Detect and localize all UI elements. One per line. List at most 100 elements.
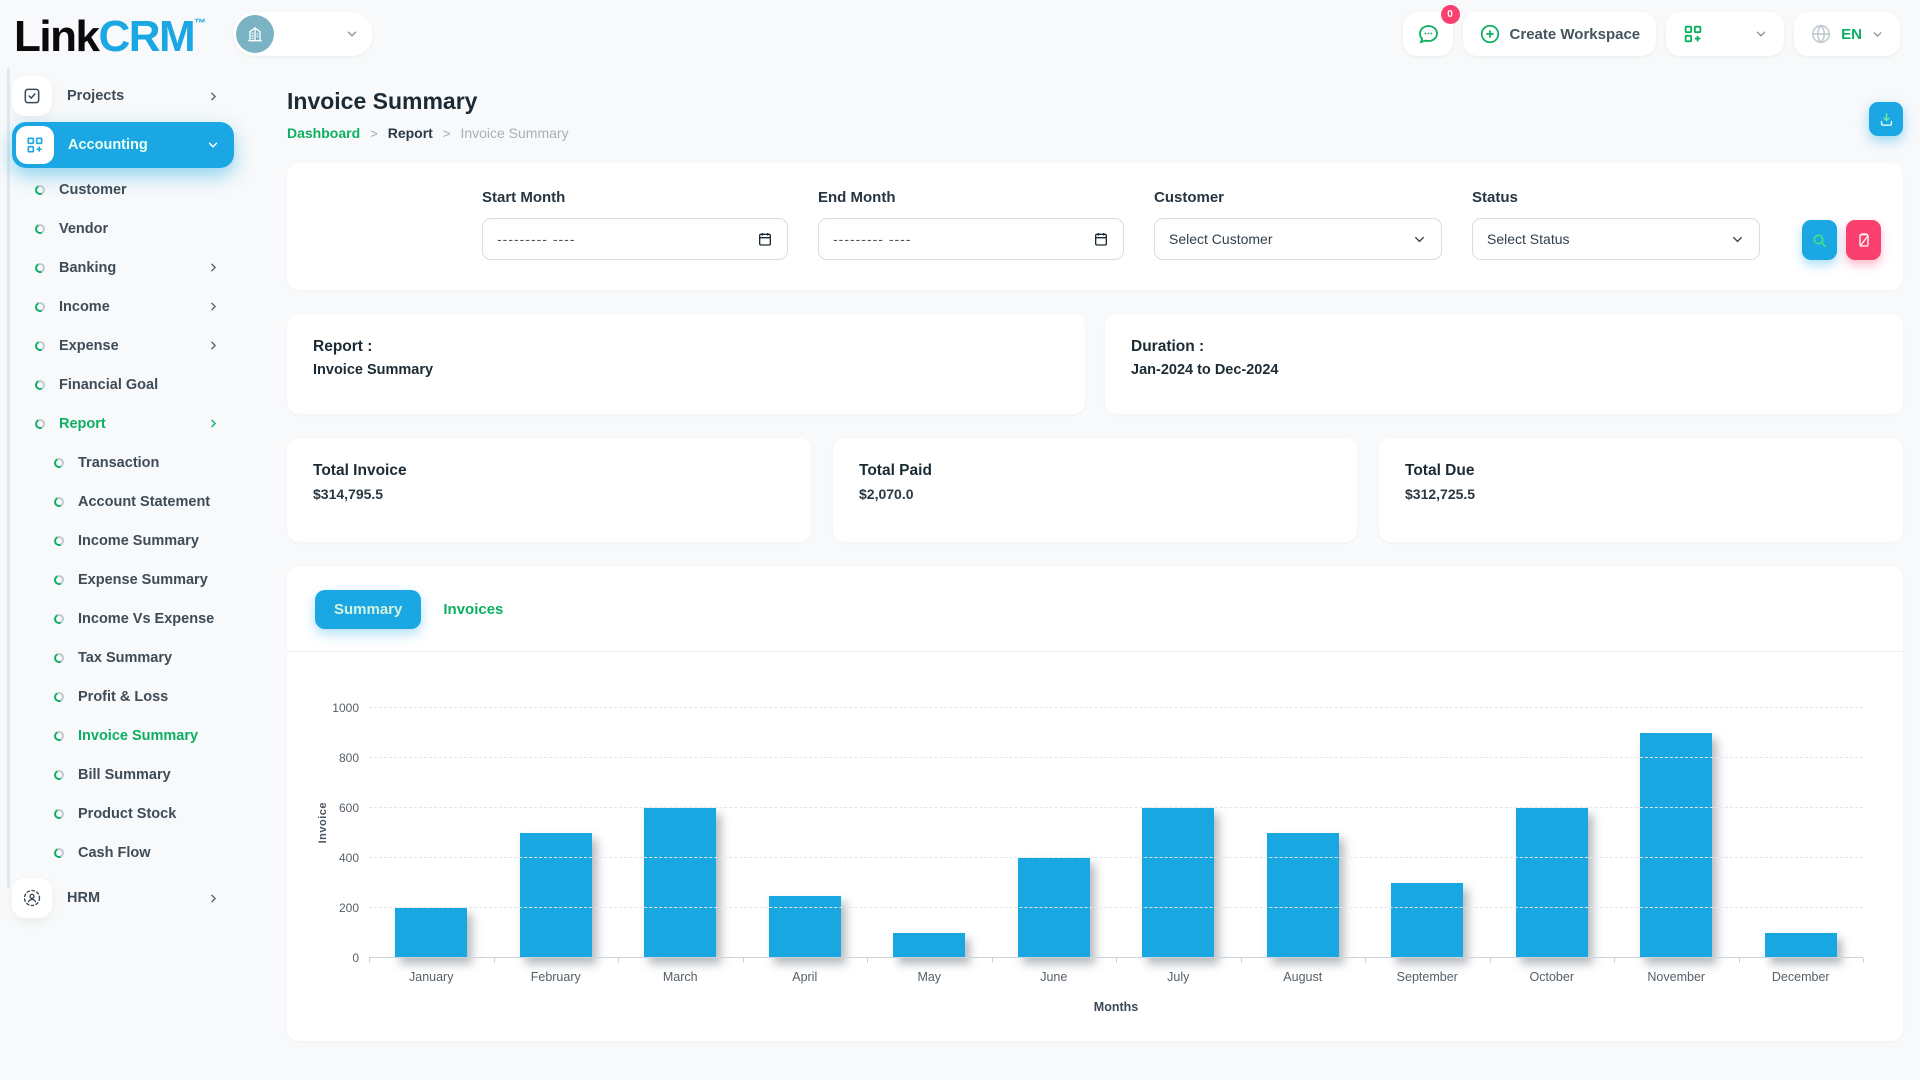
total-invoice-card: Total Invoice $314,795.5 bbox=[287, 438, 811, 542]
x-axis-notch bbox=[1489, 958, 1491, 963]
duration-card: Duration : Jan-2024 to Dec-2024 bbox=[1105, 314, 1903, 414]
sidebar-item-tax-summary[interactable]: Tax Summary bbox=[12, 638, 250, 677]
chevron-down-icon bbox=[1730, 232, 1745, 247]
end-month-input[interactable]: --------- ---- bbox=[818, 218, 1124, 260]
bar-october[interactable] bbox=[1515, 808, 1588, 958]
gridline bbox=[369, 707, 1863, 708]
sidebar-item-banking[interactable]: Banking bbox=[12, 248, 250, 287]
end-month-field: End Month --------- ---- bbox=[818, 189, 1124, 260]
start-month-input[interactable]: --------- ---- bbox=[482, 218, 788, 260]
x-tick-label: March bbox=[662, 970, 698, 984]
report-card: Report : Invoice Summary bbox=[287, 314, 1085, 414]
sidebar-item-income-vs-expense[interactable]: Income Vs Expense bbox=[12, 599, 250, 638]
sidebar-item-label: Account Statement bbox=[78, 493, 211, 510]
sidebar-item-report[interactable]: Report bbox=[12, 404, 250, 443]
trademark: ™ bbox=[194, 16, 206, 30]
bullet-icon bbox=[52, 612, 66, 625]
status-select[interactable]: Select Status bbox=[1472, 218, 1760, 260]
tab-summary[interactable]: Summary bbox=[315, 590, 422, 629]
x-axis-ticks: January February March April May June July Augu… bbox=[369, 970, 1863, 984]
customer-select[interactable]: Select Customer bbox=[1154, 218, 1442, 260]
checkbox-icon bbox=[12, 76, 52, 116]
sidebar-item-vendor[interactable]: Vendor bbox=[12, 209, 250, 248]
bullet-icon bbox=[52, 534, 66, 547]
bar-february[interactable] bbox=[519, 833, 592, 958]
status-field: Status Select Status bbox=[1472, 189, 1760, 260]
sidebar-item-projects[interactable]: Projects bbox=[12, 72, 250, 120]
bar-june[interactable] bbox=[1017, 858, 1090, 958]
sidebar-item-transaction[interactable]: Transaction bbox=[12, 443, 250, 482]
language-selector[interactable]: EN bbox=[1794, 12, 1900, 56]
header-actions: 0 Create Workspace EN bbox=[1402, 5, 1900, 56]
top-header: LinkCRM™ 0 Create Workspace EN bbox=[0, 0, 1920, 64]
breadcrumb-current: Invoice Summary bbox=[460, 125, 569, 141]
sidebar-item-label: Income Vs Expense bbox=[78, 610, 215, 627]
clipboard-slash-icon bbox=[1856, 232, 1872, 248]
tab-invoices[interactable]: Invoices bbox=[443, 601, 503, 618]
breadcrumb-dashboard[interactable]: Dashboard bbox=[287, 125, 360, 141]
sidebar-item-label: Cash Flow bbox=[78, 844, 151, 861]
sidebar-item-bill-summary[interactable]: Bill Summary bbox=[12, 755, 250, 794]
total-due-card: Total Due $312,725.5 bbox=[1379, 438, 1903, 542]
x-tick-label: August bbox=[1283, 970, 1323, 984]
bar-august[interactable] bbox=[1266, 833, 1339, 958]
x-tick-label: May bbox=[917, 970, 942, 984]
grid-icon bbox=[16, 126, 54, 164]
bar-november[interactable] bbox=[1640, 733, 1713, 958]
total-invoice-value: $314,795.5 bbox=[313, 486, 384, 502]
x-axis-notch bbox=[1738, 958, 1740, 963]
bullet-icon bbox=[52, 807, 66, 820]
bar-september[interactable] bbox=[1391, 883, 1464, 958]
sidebar-item-accounting[interactable]: Accounting bbox=[12, 122, 234, 168]
search-button[interactable] bbox=[1802, 220, 1837, 260]
sidebar-item-label: Customer bbox=[59, 181, 127, 198]
sidebar-item-label: Expense Summary bbox=[78, 571, 208, 588]
x-axis-notch bbox=[1614, 958, 1615, 963]
bullet-icon bbox=[52, 729, 66, 742]
breadcrumb-report[interactable]: Report bbox=[388, 125, 433, 141]
bar-july[interactable] bbox=[1142, 808, 1215, 958]
sidebar-item-hrm[interactable]: HRM bbox=[12, 874, 250, 922]
sidebar-item-financial-goal[interactable]: Financial Goal bbox=[12, 365, 250, 404]
bar-slot bbox=[1365, 678, 1490, 958]
bar-may[interactable] bbox=[893, 933, 966, 958]
total-due-value: $312,725.5 bbox=[1405, 486, 1476, 502]
bar-april[interactable] bbox=[768, 895, 841, 958]
sidebar-scrollbar[interactable] bbox=[7, 68, 10, 888]
customer-label: Customer bbox=[1154, 189, 1225, 206]
create-workspace-button[interactable]: Create Workspace bbox=[1462, 12, 1657, 56]
total-paid-label: Total Paid bbox=[859, 462, 932, 479]
messages-button[interactable]: 0 bbox=[1402, 5, 1460, 56]
chevron-right-icon bbox=[207, 300, 220, 313]
sidebar-item-invoice-summary[interactable]: Invoice Summary bbox=[12, 716, 250, 755]
bar-march[interactable] bbox=[644, 808, 717, 958]
sidebar-item-income[interactable]: Income bbox=[12, 287, 250, 326]
sidebar-item-label: Profit & Loss bbox=[78, 688, 169, 705]
x-axis-notch bbox=[742, 958, 744, 963]
sidebar-item-label: Vendor bbox=[59, 220, 109, 237]
sidebar-item-cash-flow[interactable]: Cash Flow bbox=[12, 833, 250, 872]
x-axis-notch bbox=[1240, 958, 1242, 963]
sidebar-item-profit-loss[interactable]: Profit & Loss bbox=[12, 677, 250, 716]
sidebar-item-product-stock[interactable]: Product Stock bbox=[12, 794, 250, 833]
sidebar-item-expense[interactable]: Expense bbox=[12, 326, 250, 365]
sidebar-item-expense-summary[interactable]: Expense Summary bbox=[12, 560, 250, 599]
sidebar-item-income-summary[interactable]: Income Summary bbox=[12, 521, 250, 560]
reset-button[interactable] bbox=[1846, 220, 1881, 260]
sidebar-item-account-statement[interactable]: Account Statement bbox=[12, 482, 250, 521]
bullet-icon bbox=[33, 339, 47, 352]
download-button[interactable] bbox=[1869, 102, 1903, 136]
sidebar-item-customer[interactable]: Customer bbox=[12, 170, 250, 209]
workspace-selector[interactable] bbox=[232, 12, 373, 56]
sidebar: Projects Accounting Customer Vendor Banking I… bbox=[0, 64, 250, 1072]
sidebar-item-label: Projects bbox=[67, 88, 125, 104]
breadcrumb-separator: > bbox=[442, 125, 451, 141]
sidebar-item-label: Expense bbox=[59, 337, 119, 354]
bar-january[interactable] bbox=[395, 908, 468, 958]
bullet-icon bbox=[33, 222, 47, 235]
apps-menu-button[interactable] bbox=[1666, 12, 1785, 56]
bar-december[interactable] bbox=[1764, 933, 1837, 958]
bullet-icon bbox=[52, 690, 66, 703]
search-icon bbox=[1811, 232, 1828, 249]
tabs: Summary Invoices bbox=[287, 590, 1903, 651]
